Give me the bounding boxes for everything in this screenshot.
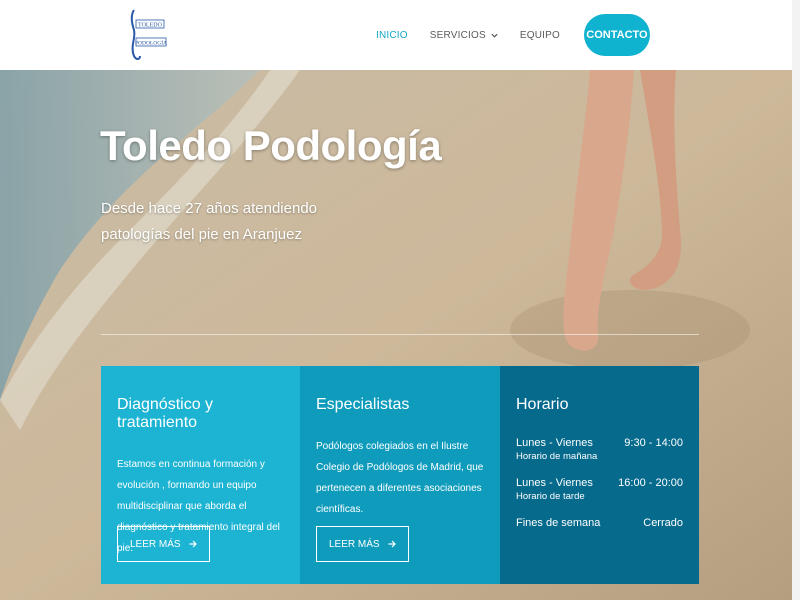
card-title: Especialistas (316, 396, 410, 413)
brand-logo[interactable]: TOLEDO PODOLOGÍA (128, 6, 168, 62)
hours-time: 9:30 - 14:00 (624, 437, 683, 449)
page-scrollbar[interactable] (792, 0, 800, 600)
hours-days: Lunes - Viernes (516, 477, 593, 489)
hours-time: 16:00 - 20:00 (618, 477, 683, 489)
chevron-down-icon (491, 33, 498, 38)
main-nav: INICIO SERVICIOS EQUIPO CONTACTO (376, 0, 650, 70)
nav-equipo-label: EQUIPO (519, 29, 560, 41)
hero-section: Toledo Podología Desde hace 27 años aten… (0, 70, 800, 600)
read-more-label: LEER MÁS (329, 538, 380, 550)
hours-time: Cerrado (643, 517, 683, 529)
hero-subtitle: Desde hace 27 años atendiendo patologías… (101, 200, 318, 243)
svg-text:PODOLOGÍA: PODOLOGÍA (135, 39, 167, 47)
site-header: TOLEDO PODOLOGÍA INICIO SERVICIOS EQUIPO… (0, 0, 792, 70)
nav-servicios[interactable]: SERVICIOS (430, 30, 498, 41)
card-diagnostico: Diagnóstico y tratamiento Estamos en con… (101, 366, 300, 584)
arrow-right-icon (189, 540, 197, 548)
info-cards: Diagnóstico y tratamiento Estamos en con… (101, 366, 699, 584)
nav-inicio[interactable]: INICIO (376, 30, 408, 41)
hero-title: Toledo Podología (100, 122, 442, 169)
card-horario: Horario Lunes - Viernes 9:30 - 14:00 Hor… (500, 366, 699, 584)
read-more-button[interactable]: LEER MÁS (316, 526, 409, 562)
card-title: Diagnóstico y tratamiento (117, 396, 214, 431)
read-more-button[interactable]: LEER MÁS (117, 526, 210, 562)
nav-servicios-label: SERVICIOS (429, 29, 486, 41)
arrow-right-icon (388, 540, 396, 548)
nav-equipo[interactable]: EQUIPO (520, 30, 560, 41)
hours-days: Lunes - Viernes (516, 437, 593, 449)
hours-note: Horario de mañana (516, 451, 598, 462)
nav-inicio-label: INICIO (376, 29, 408, 41)
card-text: Podólogos colegiados en el Ilustre Coleg… (316, 441, 484, 515)
hours-days: Fines de semana (516, 517, 601, 529)
contact-button[interactable]: CONTACTO (583, 14, 650, 56)
svg-text:TOLEDO: TOLEDO (138, 23, 163, 29)
hours-block: Lunes - Viernes 9:30 - 14:00 Horario de … (516, 436, 683, 464)
card-title: Horario (516, 396, 569, 413)
hours-block: Lunes - Viernes 16:00 - 20:00 Horario de… (516, 476, 683, 504)
card-especialistas: Especialistas Podólogos colegiados en el… (300, 366, 500, 584)
hero-divider (101, 334, 699, 335)
read-more-label: LEER MÁS (130, 538, 181, 550)
hours-block: Fines de semana Cerrado (516, 516, 683, 530)
hours-note: Horario de tarde (516, 491, 585, 502)
